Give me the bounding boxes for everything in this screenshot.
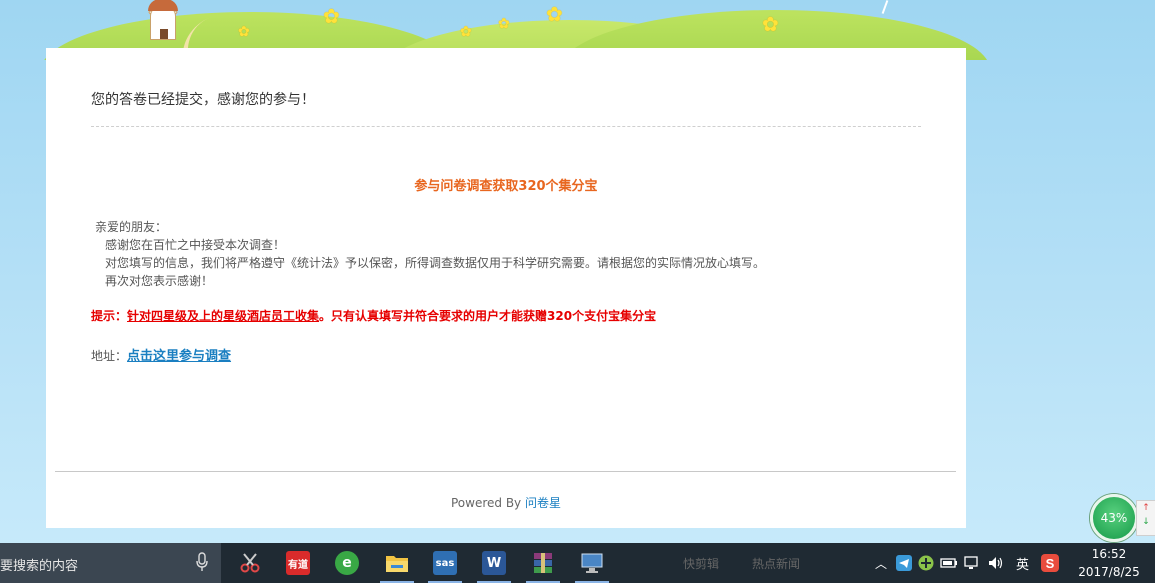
taskbar-app-browser[interactable]: e (326, 547, 368, 579)
tip-notice: 提示：针对四星级及上的星级酒店员工收集。只有认真填写并符合要求的用户才能获赠32… (91, 307, 656, 324)
flower-icon: ✿ (762, 12, 779, 36)
survey-reward-title: 参与问卷调查获取320个集分宝 (414, 179, 598, 194)
address-row: 地址：点击这里参与调查 (91, 345, 231, 364)
download-arrow-icon: ↓ (1142, 517, 1150, 527)
taskbar-app-snipping-tool[interactable] (229, 547, 271, 579)
body-line: 对您填写的信息，我们将严格遵守《统计法》予以保密，所得调查数据仅用于科学研究需要… (105, 256, 766, 270)
submit-success-message: 您的答卷已经提交，感谢您的参与！ (91, 92, 315, 108)
greeting-line: 亲爱的朋友： (95, 220, 168, 234)
input-method-indicator[interactable]: 英 (1016, 554, 1029, 573)
body-line: 再次对您表示感谢！ (105, 274, 214, 288)
show-hidden-icons-icon[interactable]: ︿ (874, 555, 888, 572)
network-icon[interactable] (964, 556, 982, 570)
powered-by-label: Powered By (450, 496, 522, 510)
microphone-icon[interactable] (195, 552, 209, 572)
system-tray: ︿ 英 S (874, 543, 1060, 583)
taskbar-app-remote-desktop[interactable] (571, 547, 613, 583)
flower-icon: ✿ (498, 16, 510, 32)
upload-arrow-icon: ↑ (1142, 503, 1150, 513)
taskbar-item-hot-news[interactable]: 热点新闻 (752, 555, 800, 572)
taskbar-app-youdao[interactable]: 有道 (277, 547, 319, 579)
flower-icon: ✿ (238, 24, 250, 40)
battery-icon[interactable] (940, 556, 958, 570)
kite-string (881, 0, 889, 14)
windmill-icon (148, 0, 178, 40)
footer-divider (55, 471, 956, 472)
flower-icon: ✿ (546, 2, 563, 26)
volume-icon[interactable] (988, 556, 1006, 570)
sas-icon: sas (433, 551, 457, 575)
speed-meter-widget[interactable]: 43% (1090, 494, 1138, 542)
taskbar-clock[interactable]: 16:52 2017/8/25 (1074, 545, 1144, 581)
taskbar-search-box[interactable]: 要搜索的内容 (0, 543, 221, 583)
windows-taskbar: 要搜索的内容 有道 e sas W 快剪辑 热点新闻 ︿ 英 S 16:52 2… (0, 543, 1155, 583)
tip-prefix: 提示： (91, 309, 128, 323)
svg-text:S: S (1046, 556, 1055, 571)
taskbar-app-winrar[interactable] (522, 547, 564, 583)
survey-link[interactable]: 点击这里参与调查 (127, 349, 231, 364)
flower-icon: ✿ (460, 24, 472, 40)
taskbar-app-word[interactable]: W (473, 547, 515, 583)
clock-date: 2017/8/25 (1078, 565, 1140, 579)
taskbar-app-sas[interactable]: sas (424, 547, 466, 583)
word-icon: W (482, 551, 506, 575)
scissors-icon (240, 553, 260, 573)
brand-link[interactable]: 问卷星 (525, 496, 561, 510)
plus-circle-icon[interactable] (918, 555, 934, 571)
telegram-icon[interactable] (896, 555, 912, 571)
clock-time: 16:52 (1091, 547, 1127, 561)
survey-result-card: 您的答卷已经提交，感谢您的参与！ 参与问卷调查获取320个集分宝 亲爱的朋友： … (46, 48, 966, 528)
address-label: 地址： (91, 349, 128, 363)
flower-icon: ✿ (323, 4, 340, 28)
taskbar-app-file-explorer[interactable] (376, 547, 418, 583)
windmill-roof (148, 0, 178, 11)
youdao-icon: 有道 (286, 551, 310, 575)
tip-requirement: 。只有认真填写并符合要求的用户才能获赠320个支付宝集分宝 (319, 309, 657, 323)
body-line: 感谢您在百忙之中接受本次调查！ (105, 238, 286, 252)
tip-target-audience: 针对四星级及上的星级酒店员工收集 (127, 309, 320, 323)
search-placeholder: 要搜索的内容 (0, 559, 79, 574)
powered-by: Powered By 问卷星 (46, 494, 966, 511)
greeting-block: 亲爱的朋友： 感谢您在百忙之中接受本次调查！ 对您填写的信息，我们将严格遵守《统… (95, 218, 765, 290)
speed-meter-traffic[interactable]: ↑ ↓ (1136, 500, 1155, 536)
browser-icon: e (335, 551, 359, 575)
sogou-ime-icon[interactable]: S (1041, 554, 1060, 572)
dashed-divider (91, 126, 921, 127)
winrar-icon (534, 553, 552, 573)
taskbar-item-kuaijianji[interactable]: 快剪辑 (683, 555, 719, 572)
folder-icon (386, 556, 408, 572)
windmill-door (160, 29, 168, 39)
monitor-icon (581, 553, 603, 573)
